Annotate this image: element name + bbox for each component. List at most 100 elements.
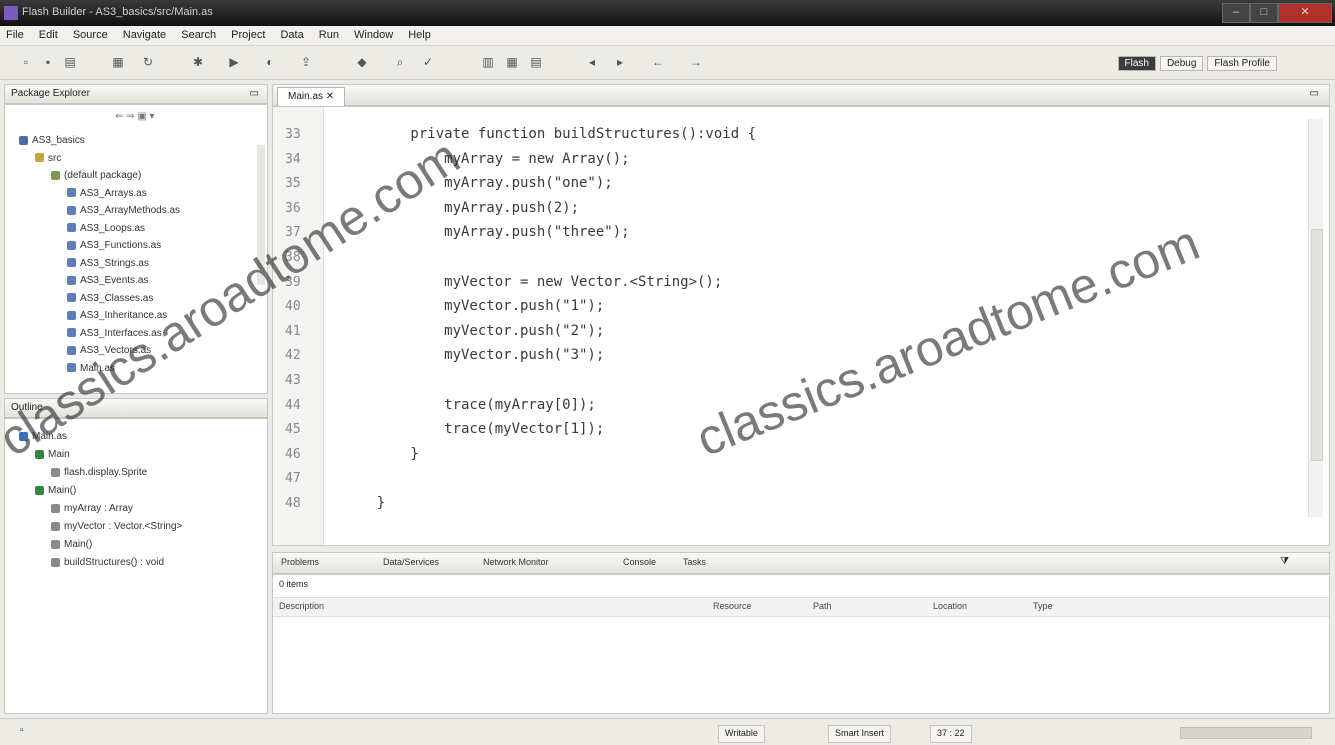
perspective-flash[interactable]: Flash [1117, 55, 1156, 71]
open-type-icon[interactable]: ◆ [354, 54, 370, 70]
tree-item[interactable]: AS3_Classes.as [67, 293, 153, 304]
tree-item[interactable]: Main [35, 449, 70, 460]
minimize-button[interactable]: – [1222, 3, 1250, 23]
menu-window[interactable]: Window [348, 26, 399, 44]
menu-help[interactable]: Help [402, 26, 437, 44]
menu-run[interactable]: Run [313, 26, 345, 44]
code-line[interactable]: myArray.push("three"); [343, 224, 629, 240]
print-icon[interactable]: ▤ [62, 54, 78, 70]
tree-item[interactable]: AS3_Strings.as [67, 258, 149, 269]
perspective-debug[interactable]: Debug [1159, 55, 1204, 71]
check-icon[interactable]: ✓ [420, 54, 436, 70]
run-icon[interactable]: ▶ [226, 54, 242, 70]
tree-item[interactable]: AS3_basics [19, 135, 85, 146]
editor-vertical-scrollbar[interactable] [1308, 119, 1323, 517]
package-explorer-tab[interactable]: Package Explorer ▭ [4, 84, 268, 104]
menu-search[interactable]: Search [175, 26, 222, 44]
line-number: 35 [285, 176, 301, 192]
close-button[interactable]: ✕ [1278, 3, 1332, 23]
tree-item[interactable]: AS3_ArrayMethods.as [67, 205, 180, 216]
layout-icon[interactable]: ▥ [480, 54, 496, 70]
minimize-view-icon[interactable]: ▭ [250, 88, 259, 99]
back-icon[interactable]: ◂ [584, 54, 600, 70]
export-icon[interactable]: ⇪ [298, 54, 314, 70]
tree-item[interactable]: myArray : Array [51, 503, 133, 514]
tree-item[interactable]: AS3_Arrays.as [67, 188, 147, 199]
code-editor[interactable]: 33 34 35 36 37 38 39 40 41 42 43 44 45 46 47 48 private… [272, 106, 1330, 546]
tree-item[interactable]: Main() [51, 539, 92, 550]
forward-icon[interactable]: ▸ [612, 54, 628, 70]
tree-item[interactable]: buildStructures() : void [51, 557, 164, 568]
next-edit-icon[interactable]: → [688, 54, 704, 70]
save-icon[interactable]: ▪ [40, 54, 56, 70]
new-icon[interactable]: ▫ [18, 54, 34, 70]
tree-item[interactable]: Main.as [19, 431, 67, 442]
menu-data[interactable]: Data [274, 26, 309, 44]
tab-tasks[interactable]: Tasks [683, 557, 706, 567]
code-line[interactable]: } [343, 495, 385, 511]
build-icon[interactable]: ▦ [110, 54, 126, 70]
filter-icon[interactable]: ⧩ [1280, 556, 1289, 567]
code-line[interactable]: myArray = new Array(); [343, 151, 629, 167]
code-line[interactable]: } [343, 446, 418, 462]
prev-edit-icon[interactable]: ← [650, 54, 666, 70]
col-resource[interactable]: Resource [713, 601, 752, 611]
menu-edit[interactable]: Edit [33, 26, 64, 44]
tree-item[interactable]: AS3_Loops.as [67, 223, 145, 234]
tree-item[interactable]: Main() [35, 485, 76, 496]
refresh-icon[interactable]: ↻ [140, 54, 156, 70]
col-path[interactable]: Path [813, 601, 832, 611]
menu-file[interactable]: File [0, 26, 30, 44]
tree-item[interactable]: AS3_Functions.as [67, 240, 161, 251]
file-icon [19, 431, 28, 441]
code-line[interactable]: myArray.push("one"); [343, 175, 613, 191]
code-line[interactable]: myVector = new Vector.<String>(); [343, 274, 722, 290]
code-line[interactable]: myVector.push("3"); [343, 347, 604, 363]
window-title: Flash Builder - AS3_basics/src/Main.as [22, 6, 213, 18]
scrollbar-thumb[interactable] [1311, 229, 1323, 461]
col-location[interactable]: Location [933, 601, 967, 611]
tree-item[interactable]: AS3_Interfaces.as [67, 328, 162, 339]
tree-item[interactable]: src [35, 153, 61, 164]
col-description[interactable]: Description [279, 601, 324, 611]
code-line[interactable]: myVector.push("2"); [343, 323, 604, 339]
tree-item[interactable]: AS3_Inheritance.as [67, 310, 167, 321]
table-icon[interactable]: ▤ [528, 54, 544, 70]
tab-console[interactable]: Console [623, 557, 656, 567]
tree-item[interactable]: (default package) [51, 170, 141, 181]
line-number: 43 [285, 373, 301, 388]
tab-network-monitor[interactable]: Network Monitor [483, 557, 549, 567]
code-line[interactable]: myVector.push("1"); [343, 298, 604, 314]
profile-icon[interactable]: ◐ [262, 54, 278, 70]
code-line[interactable]: myArray.push(2); [343, 200, 579, 216]
menu-project[interactable]: Project [225, 26, 271, 44]
line-number: 42 [285, 348, 301, 364]
tree-item-label: AS3_Loops.as [80, 222, 146, 234]
tree-item[interactable]: myVector : Vector.<String> [51, 521, 182, 532]
tab-problems[interactable]: Problems [281, 557, 319, 567]
tree-item[interactable]: AS3_Vectors.as [67, 345, 151, 356]
search-icon[interactable]: ⌕ [392, 54, 408, 70]
tree-item[interactable]: Main.as [67, 363, 115, 374]
grid-icon[interactable]: ▦ [504, 54, 520, 70]
code-line[interactable]: trace(myVector[1]); [343, 421, 604, 437]
menu-source[interactable]: Source [67, 26, 114, 44]
outline-tab[interactable]: Outline [4, 398, 268, 418]
editor-tab-bar: Main.as ✕ ▭ [272, 84, 1330, 107]
tree-item[interactable]: AS3_Events.as [67, 275, 148, 286]
code-line[interactable]: private function buildStructures():void … [343, 126, 756, 142]
tab-data-services[interactable]: Data/Services [383, 557, 439, 567]
tree-scrollbar[interactable] [257, 145, 265, 285]
outline-panel: Main.as Main flash.display.Sprite Main() myA… [4, 418, 268, 714]
col-type[interactable]: Type [1033, 601, 1053, 611]
tree-item[interactable]: flash.display.Sprite [51, 467, 147, 478]
menu-navigate[interactable]: Navigate [117, 26, 172, 44]
perspective-profile[interactable]: Flash Profile [1207, 55, 1277, 71]
line-number: 38 [285, 250, 301, 265]
code-line[interactable]: trace(myArray[0]); [343, 397, 596, 413]
maximize-button[interactable]: □ [1250, 3, 1278, 23]
view-toolbar: ⇐ ⇒ ▣ ▾ [115, 111, 155, 122]
maximize-editor-icon[interactable]: ▭ [1310, 88, 1319, 99]
debug-icon[interactable]: ✱ [190, 54, 206, 70]
editor-tab-main[interactable]: Main.as ✕ [277, 87, 346, 107]
